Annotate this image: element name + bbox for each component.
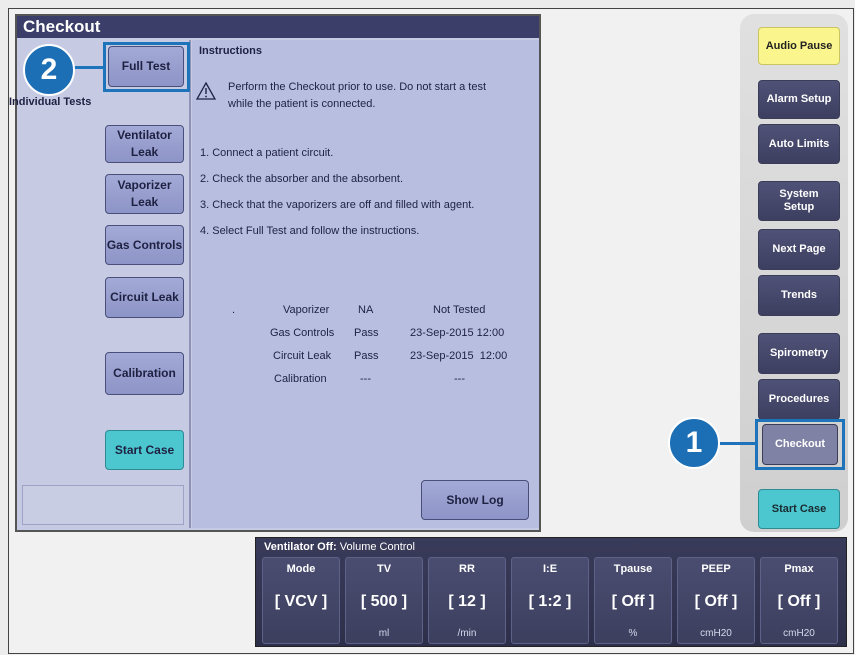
param-tv[interactable]: TV [ 500 ] ml: [345, 557, 423, 644]
window-title: Checkout: [17, 16, 539, 38]
system-setup-button[interactable]: System Setup: [758, 181, 840, 221]
param-value: [ 12 ]: [448, 593, 486, 610]
result-status: Pass: [354, 350, 379, 362]
param-value: [ VCV ]: [274, 593, 328, 610]
instructions-panel: [192, 40, 539, 528]
param-label: Pmax: [784, 563, 814, 575]
ventilator-panel: Ventilator Off: Volume Control Mode [ VC…: [255, 537, 847, 647]
param-ie[interactable]: I:E [ 1:2 ]: [511, 557, 589, 644]
instruction-step: 3. Check that the vaporizers are off and…: [200, 199, 475, 211]
status-message-box: [22, 485, 184, 525]
circuit-leak-button[interactable]: Circuit Leak: [105, 277, 184, 318]
alarm-setup-button[interactable]: Alarm Setup: [758, 80, 840, 119]
result-status: ---: [360, 373, 371, 385]
show-log-button[interactable]: Show Log: [421, 480, 529, 520]
result-time: 23-Sep-2015 12:00: [410, 350, 508, 362]
param-peep[interactable]: PEEP [ Off ] cmH20: [677, 557, 755, 644]
param-pmax[interactable]: Pmax [ Off ] cmH20: [760, 557, 838, 644]
warning-icon: [196, 82, 216, 100]
result-time: 23-Sep-2015 12:00: [410, 327, 505, 339]
result-name: Gas Controls: [270, 327, 335, 339]
ventilator-leak-label-line1: Ventilator: [117, 128, 172, 142]
param-value: [ Off ]: [694, 593, 738, 610]
vaporizer-leak-label-line1: Vaporizer: [117, 178, 172, 192]
param-unit: %: [628, 628, 638, 639]
result-name: Vaporizer: [283, 304, 330, 316]
result-time: ---: [454, 373, 465, 385]
vaporizer-leak-label-line2: Leak: [130, 195, 159, 209]
param-label: PEEP: [701, 563, 731, 575]
callout-2-connector: [74, 66, 104, 69]
checkout-highlight-box: [755, 419, 845, 470]
ventilator-leak-button[interactable]: Ventilator Leak: [105, 125, 184, 163]
system-setup-label-line2: Setup: [783, 201, 815, 213]
param-label: I:E: [542, 563, 558, 575]
param-label: Tpause: [613, 563, 653, 575]
instruction-step: 2. Check the absorber and the absorbent.: [200, 173, 404, 185]
callout-2-badge: 2: [23, 44, 75, 96]
param-value: [ 1:2 ]: [528, 593, 572, 610]
ventilation-mode-text: Volume Control: [336, 541, 415, 553]
callout-1-badge: 1: [668, 417, 720, 469]
warning-line-2: while the patient is connected.: [228, 98, 376, 110]
instructions-heading: Instructions: [199, 45, 262, 57]
ventilator-status: Ventilator Off: Volume Control: [264, 541, 415, 553]
instruction-step: 1. Connect a patient circuit.: [200, 147, 334, 159]
next-page-button[interactable]: Next Page: [758, 229, 840, 270]
ventilator-leak-label-line2: Leak: [130, 145, 159, 159]
warning-text: Perform the Checkout prior to use. Do no…: [228, 79, 518, 113]
param-mode[interactable]: Mode [ VCV ]: [262, 557, 340, 644]
param-unit: cmH20: [700, 628, 732, 639]
param-label: RR: [459, 563, 475, 575]
warning-line-1: Perform the Checkout prior to use. Do no…: [228, 81, 487, 93]
result-status: NA: [358, 304, 374, 316]
callout-1-connector: [718, 442, 756, 445]
results-dot: .: [232, 304, 236, 316]
ventilator-state: Ventilator Off:: [264, 541, 337, 553]
result-time: Not Tested: [433, 304, 486, 316]
param-unit: cmH20: [783, 628, 815, 639]
param-unit: ml: [378, 628, 390, 639]
instruction-step: 4. Select Full Test and follow the instr…: [200, 225, 420, 237]
result-status: Pass: [354, 327, 379, 339]
param-value: [ Off ]: [777, 593, 821, 610]
param-unit: /min: [457, 628, 477, 639]
result-name: Calibration: [274, 373, 327, 385]
param-rr[interactable]: RR [ 12 ] /min: [428, 557, 506, 644]
param-label: Mode: [286, 563, 316, 575]
param-value: [ Off ]: [611, 593, 655, 610]
start-case-button[interactable]: Start Case: [105, 430, 184, 470]
audio-pause-button[interactable]: Audio Pause: [758, 27, 840, 65]
individual-tests-heading: Individual Tests: [9, 96, 92, 108]
full-test-highlight-box: [103, 42, 190, 92]
trends-button[interactable]: Trends: [758, 275, 840, 316]
spirometry-button[interactable]: Spirometry: [758, 333, 840, 374]
start-case-button-right[interactable]: Start Case: [758, 489, 840, 529]
calibration-button[interactable]: Calibration: [105, 352, 184, 395]
param-label: TV: [376, 563, 392, 575]
param-value: [ 500 ]: [360, 593, 408, 610]
auto-limits-button[interactable]: Auto Limits: [758, 124, 840, 164]
result-name: Circuit Leak: [273, 350, 332, 362]
vaporizer-leak-button[interactable]: Vaporizer Leak: [105, 174, 184, 214]
param-tpause[interactable]: Tpause [ Off ] %: [594, 557, 672, 644]
system-setup-label-line1: System: [779, 188, 819, 200]
procedures-button[interactable]: Procedures: [758, 379, 840, 420]
gas-controls-button[interactable]: Gas Controls: [105, 225, 184, 265]
